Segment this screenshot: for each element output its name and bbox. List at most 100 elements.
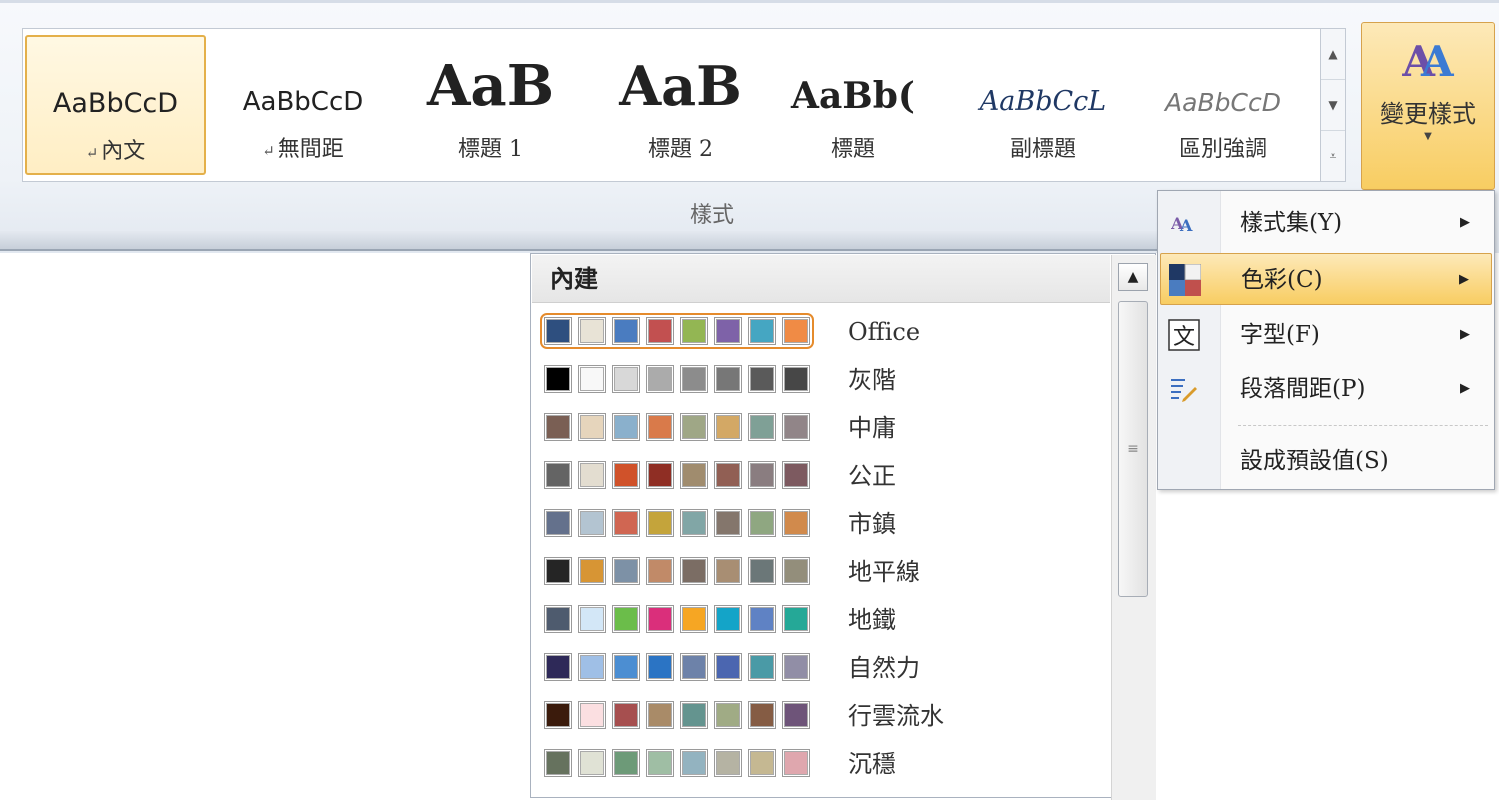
color-swatch — [782, 317, 810, 345]
style-preview: AaBbCcD — [52, 88, 179, 119]
color-swatch — [578, 365, 606, 393]
style-label: 區別強調 — [1178, 137, 1267, 162]
color-swatch — [578, 701, 606, 729]
theme-row[interactable]: 灰階 — [541, 362, 1101, 402]
theme-name: 地鐵 — [848, 606, 896, 634]
color-swatch — [544, 317, 572, 345]
style-item-subtitle[interactable]: AaBbCcL 副標題 — [953, 35, 1133, 175]
theme-row[interactable]: 公正 — [541, 458, 1101, 498]
menu-item-style-set[interactable]: AA 樣式集(Y) ▶ — [1160, 197, 1492, 249]
style-item-subtle-emphasis[interactable]: AaBbCcD 區別強調 — [1138, 35, 1308, 175]
color-swatches — [544, 509, 810, 537]
menu-separator — [1238, 425, 1488, 426]
color-swatch — [680, 365, 708, 393]
color-swatches — [544, 365, 810, 393]
menu-item-fonts[interactable]: 文 字型(F) ▶ — [1160, 309, 1492, 361]
color-swatch — [714, 557, 742, 585]
color-swatch — [544, 509, 572, 537]
gallery-scroll-up-icon[interactable]: ▲ — [1321, 29, 1345, 80]
submenu-arrow-icon: ▶ — [1459, 272, 1469, 287]
color-swatch — [578, 461, 606, 489]
color-swatch — [646, 413, 674, 441]
chevron-down-icon: ▼ — [1424, 131, 1432, 142]
theme-row[interactable]: 自然力 — [541, 650, 1101, 690]
color-swatch — [714, 509, 742, 537]
style-item-title[interactable]: AaBb( 標題 — [773, 35, 933, 175]
theme-row[interactable]: Office — [540, 313, 1101, 354]
style-preview: AaBbCcD — [1165, 88, 1281, 117]
style-item-heading-1[interactable]: AaB 標題 1 — [398, 35, 583, 175]
theme-row[interactable]: 地平線 — [541, 554, 1101, 594]
theme-row[interactable]: 中庸 — [541, 410, 1101, 450]
color-swatch — [578, 605, 606, 633]
scroll-thumb[interactable]: ≡ — [1118, 301, 1148, 597]
color-swatch — [646, 653, 674, 681]
change-styles-icon: AA — [1402, 37, 1453, 86]
color-swatches — [544, 605, 810, 633]
color-swatches — [540, 313, 814, 349]
theme-row[interactable]: 地鐵 — [541, 602, 1101, 642]
color-swatch — [714, 461, 742, 489]
return-mark-icon: ↵ — [85, 144, 99, 162]
color-swatch — [578, 557, 606, 585]
theme-row[interactable]: 沉穩 — [541, 746, 1101, 786]
color-palette-icon — [1169, 264, 1201, 296]
menu-item-label: 樣式集(Y) — [1240, 210, 1343, 236]
color-swatch — [748, 557, 776, 585]
color-swatch — [782, 509, 810, 537]
color-swatch — [782, 605, 810, 633]
theme-name: 沉穩 — [848, 750, 896, 778]
color-swatch — [612, 701, 640, 729]
color-swatch — [612, 749, 640, 777]
menu-item-paragraph-spacing[interactable]: 段落間距(P) ▶ — [1160, 363, 1492, 415]
style-item-heading-2[interactable]: AaB 標題 2 — [588, 35, 773, 175]
color-swatch — [782, 701, 810, 729]
style-item-no-spacing[interactable]: AaBbCcD ↵ 無間距 — [213, 35, 393, 175]
color-swatches — [544, 413, 810, 441]
group-label: 樣式 — [690, 203, 735, 228]
submenu-arrow-icon: ▶ — [1460, 381, 1470, 396]
color-swatch — [612, 557, 640, 585]
return-mark-icon: ↵ — [262, 142, 275, 160]
color-swatch — [612, 365, 640, 393]
color-swatch — [578, 317, 606, 345]
color-swatch — [646, 605, 674, 633]
scroll-up-icon[interactable]: ▲ — [1118, 263, 1148, 291]
color-swatch — [544, 749, 572, 777]
gallery-scroll-down-icon[interactable]: ▼ — [1321, 80, 1345, 131]
svg-text:A: A — [1179, 216, 1193, 234]
color-swatch — [612, 413, 640, 441]
color-swatch — [680, 605, 708, 633]
menu-item-colors[interactable]: 色彩(C) ▶ — [1160, 253, 1492, 305]
color-swatch — [782, 653, 810, 681]
color-swatch — [612, 653, 640, 681]
color-swatch — [578, 749, 606, 777]
color-swatch — [544, 557, 572, 585]
style-label: ↵ 無間距 — [262, 137, 344, 162]
change-styles-button[interactable]: AA 變更樣式 ▼ — [1361, 22, 1495, 190]
color-swatches — [544, 701, 810, 729]
color-swatch — [646, 509, 674, 537]
color-swatch — [748, 317, 776, 345]
theme-row[interactable]: 市鎮 — [541, 506, 1101, 546]
color-swatch — [714, 413, 742, 441]
color-swatch — [680, 509, 708, 537]
theme-name: 行雲流水 — [848, 702, 944, 730]
color-swatch — [748, 605, 776, 633]
color-swatch — [578, 653, 606, 681]
color-swatch — [680, 749, 708, 777]
theme-row[interactable]: 行雲流水 — [541, 698, 1101, 738]
change-styles-label: 變更樣式 — [1380, 100, 1476, 128]
color-swatch — [748, 365, 776, 393]
panel-scrollbar[interactable]: ▲ ≡ — [1111, 255, 1156, 800]
menu-item-set-as-default[interactable]: 設成預設值(S) — [1160, 435, 1492, 487]
color-swatch — [612, 509, 640, 537]
ribbon-bottom-edge — [0, 231, 1160, 251]
style-preview: AaBbCcD — [242, 87, 364, 117]
style-item-normal[interactable]: AaBbCcD ↵ 內文 — [25, 35, 206, 175]
gallery-more-icon[interactable]: ⩡ — [1321, 131, 1345, 181]
color-swatch — [748, 413, 776, 441]
color-swatch — [544, 701, 572, 729]
color-swatch — [680, 317, 708, 345]
color-swatches — [544, 557, 810, 585]
